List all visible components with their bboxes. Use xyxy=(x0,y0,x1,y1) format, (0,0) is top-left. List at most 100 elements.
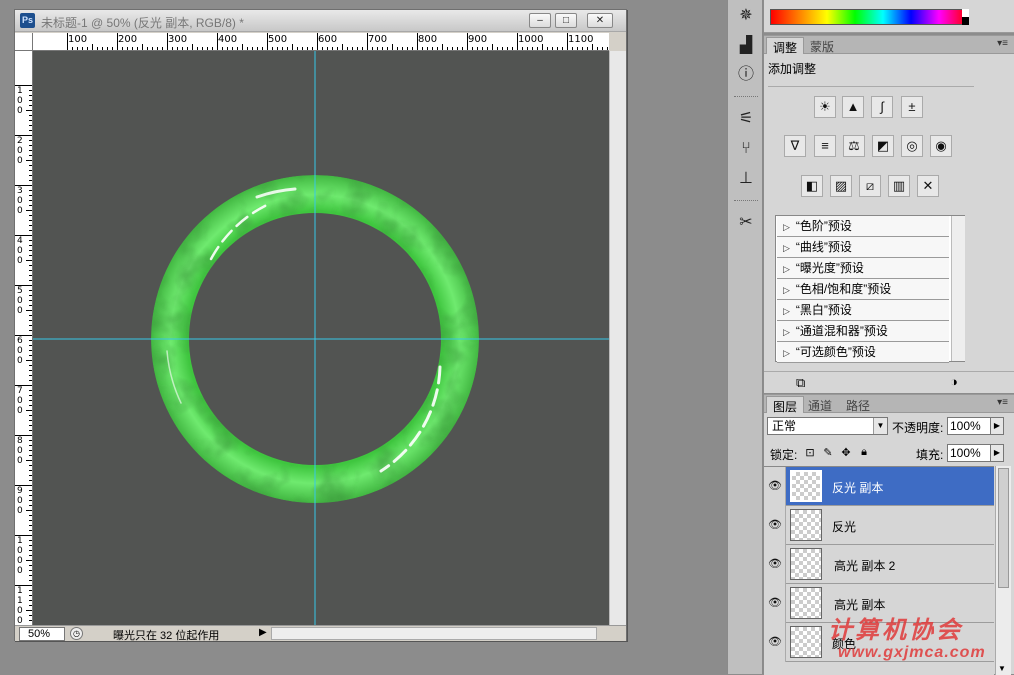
ruler-v-label: 1000 xyxy=(17,536,23,576)
ruler-v-label: 500 xyxy=(17,286,23,316)
fill-field[interactable]: 100% xyxy=(947,444,991,462)
vertical-scrollbar[interactable] xyxy=(609,51,626,625)
photoshop-logo-icon: Ps xyxy=(20,13,35,28)
chevron-down-icon[interactable]: ▼ xyxy=(873,418,887,434)
vibrance-icon[interactable]: ∇ xyxy=(784,135,806,157)
status-info-icon[interactable]: ◷ xyxy=(70,627,83,640)
ruler-v-label: 200 xyxy=(17,136,23,166)
gradient-map-icon[interactable]: ▥ xyxy=(888,175,910,197)
navigator-icon[interactable]: ✵ xyxy=(735,5,757,27)
eye-icon[interactable]: 👁︎ xyxy=(767,557,783,571)
adjustments-tabstrip: 调整 蒙版 ▾≡ xyxy=(764,36,1014,55)
close-button[interactable]: ✕ xyxy=(587,13,613,28)
layer-row[interactable]: 👁︎ 高光 副本 2 xyxy=(764,545,994,584)
hue-saturation-icon[interactable]: ≡ xyxy=(814,135,836,157)
opacity-label: 不透明度: xyxy=(892,421,944,435)
eye-icon[interactable]: 👁︎ xyxy=(767,635,783,649)
lock-position-icon[interactable]: ✥ xyxy=(840,446,852,459)
eye-icon[interactable]: 👁︎ xyxy=(767,479,783,493)
preset-label: “通道混和器”预设 xyxy=(795,324,888,338)
tab-layers[interactable]: 图层 xyxy=(766,396,805,414)
tab-masks[interactable]: 蒙版 xyxy=(804,37,840,54)
list-item[interactable]: ▷ “通道混和器”预设 xyxy=(777,321,949,342)
photo-filter-icon[interactable]: ◎ xyxy=(901,135,923,157)
tab-channels[interactable]: 通道 xyxy=(802,396,838,413)
tab-paths[interactable]: 路径 xyxy=(840,396,876,413)
panel-menu-button[interactable]: ▾≡ xyxy=(997,397,1008,408)
tool-presets-icon[interactable]: ⊥ xyxy=(735,168,757,190)
document-window[interactable]: Ps 未标题-1 @ 50% (反光 副本, RGB/8) * – □ ✕ 10… xyxy=(14,9,627,642)
adjustment-presets-list[interactable]: ▷ “色阶”预设 ▷ “曲线”预设 ▷ “曝光度”预设 ▷ “色相/饱和度”预设 ▷ “黑… xyxy=(775,215,965,363)
list-item[interactable]: ▷ “色阶”预设 xyxy=(777,216,949,237)
horizontal-scrollbar[interactable] xyxy=(271,627,597,640)
ruler-h-label: 1100 xyxy=(568,34,594,45)
fill-arrow-icon[interactable]: ▶ xyxy=(990,444,1004,462)
brushes-icon[interactable]: ⚟ xyxy=(735,108,757,130)
expand-triangle-icon: ▷ xyxy=(783,348,790,358)
lock-pixels-icon[interactable]: ✎ xyxy=(822,446,834,459)
status-text: 曝光只在 32 位起作用 xyxy=(113,630,220,642)
black-white-swatch[interactable] xyxy=(962,9,969,25)
dock-separator xyxy=(734,96,758,98)
list-item[interactable]: ▷ “曝光度”预设 xyxy=(777,258,949,279)
threshold-icon[interactable]: ⧄ xyxy=(859,175,881,197)
layer-row[interactable]: 👁︎ 反光 副本 xyxy=(764,467,994,506)
opacity-arrow-icon[interactable]: ▶ xyxy=(990,417,1004,435)
vertical-ruler[interactable]: 100 200 300 400 500 600 700 800 900 1000… xyxy=(15,51,33,625)
zoom-field[interactable]: 50% xyxy=(19,627,65,641)
layer-row[interactable]: 👁︎ 反光 xyxy=(764,506,994,545)
scroll-down-icon[interactable]: ▼ xyxy=(998,664,1006,673)
adjustments-panel: 调整 蒙版 ▾≡ 添加调整 ☀ ▲ ∫ ± ∇ ≡ ⚖ ◩ ◎ ◉ ◧ ▨ ⧄ … xyxy=(764,35,1014,393)
list-item[interactable]: ▷ “黑白”预设 xyxy=(777,300,949,321)
color-balance-icon[interactable]: ⚖ xyxy=(843,135,865,157)
layer-name: 高光 副本 2 xyxy=(834,559,896,573)
document-title-bar[interactable]: Ps 未标题-1 @ 50% (反光 副本, RGB/8) * – □ ✕ xyxy=(15,10,626,32)
expand-view-icon[interactable]: ⧉ xyxy=(796,375,805,391)
exposure-icon[interactable]: ± xyxy=(901,96,923,118)
watermark-logo: 计算机协会 xyxy=(828,617,963,644)
clip-to-layer-icon[interactable]: ◑ xyxy=(950,374,958,389)
list-item[interactable]: ▷ “曲线”预设 xyxy=(777,237,949,258)
panel-menu-button[interactable]: ▾≡ xyxy=(997,38,1008,49)
image-canvas[interactable] xyxy=(33,51,609,625)
ruler-origin[interactable] xyxy=(15,33,33,51)
preset-label: “曝光度”预设 xyxy=(795,261,864,275)
info-icon[interactable]: ⓘ xyxy=(735,64,757,86)
lock-transparency-icon[interactable]: ⊡ xyxy=(804,446,816,459)
layer-thumbnail xyxy=(790,626,822,658)
black-white-icon[interactable]: ◩ xyxy=(872,135,894,157)
list-item[interactable]: ▷ “可选颜色”预设 xyxy=(777,342,949,363)
restore-button[interactable]: □ xyxy=(555,13,577,28)
histogram-icon[interactable]: ▟ xyxy=(735,35,757,57)
invert-icon[interactable]: ◧ xyxy=(801,175,823,197)
levels-icon[interactable]: ▲ xyxy=(842,96,864,118)
blend-mode-select[interactable]: 正常 ▼ xyxy=(767,417,888,435)
ruler-h-label: 600 xyxy=(318,34,338,45)
eye-icon[interactable]: 👁︎ xyxy=(767,518,783,532)
eye-icon[interactable]: 👁︎ xyxy=(767,596,783,610)
tools-icon[interactable]: ✂ xyxy=(735,212,757,234)
document-title: 未标题-1 @ 50% (反光 副本, RGB/8) * xyxy=(41,16,244,30)
color-spectrum[interactable] xyxy=(770,9,968,25)
curves-icon[interactable]: ∫ xyxy=(871,96,893,118)
ruler-h-label: 100 xyxy=(68,34,88,45)
preset-label: “色阶”预设 xyxy=(795,219,852,233)
status-menu-arrow-icon[interactable]: ▶ xyxy=(259,627,267,638)
lock-all-icon[interactable]: 🔒︎ xyxy=(858,446,870,459)
presets-scrollbar[interactable] xyxy=(951,216,965,361)
minimize-button[interactable]: – xyxy=(529,13,551,28)
opacity-field[interactable]: 100% xyxy=(947,417,991,435)
channel-mixer-icon[interactable]: ◉ xyxy=(930,135,952,157)
clone-source-icon[interactable]: ⑂ xyxy=(735,138,757,160)
brightness-contrast-icon[interactable]: ☀ xyxy=(814,96,836,118)
visibility-column: 👁︎ xyxy=(764,623,786,662)
list-item[interactable]: ▷ “色相/饱和度”预设 xyxy=(777,279,949,300)
posterize-icon[interactable]: ▨ xyxy=(830,175,852,197)
tab-adjustments[interactable]: 调整 xyxy=(766,37,805,55)
layers-scrollbar[interactable]: ▼ xyxy=(995,466,1011,675)
scroll-thumb[interactable] xyxy=(998,468,1009,588)
horizontal-ruler[interactable]: 100 200 300 400 500 600 700 800 900 1000… xyxy=(33,33,609,51)
selective-color-icon[interactable]: ✕ xyxy=(917,175,939,197)
dock-separator xyxy=(734,200,758,202)
ruler-h-label: 1000 xyxy=(518,34,544,45)
